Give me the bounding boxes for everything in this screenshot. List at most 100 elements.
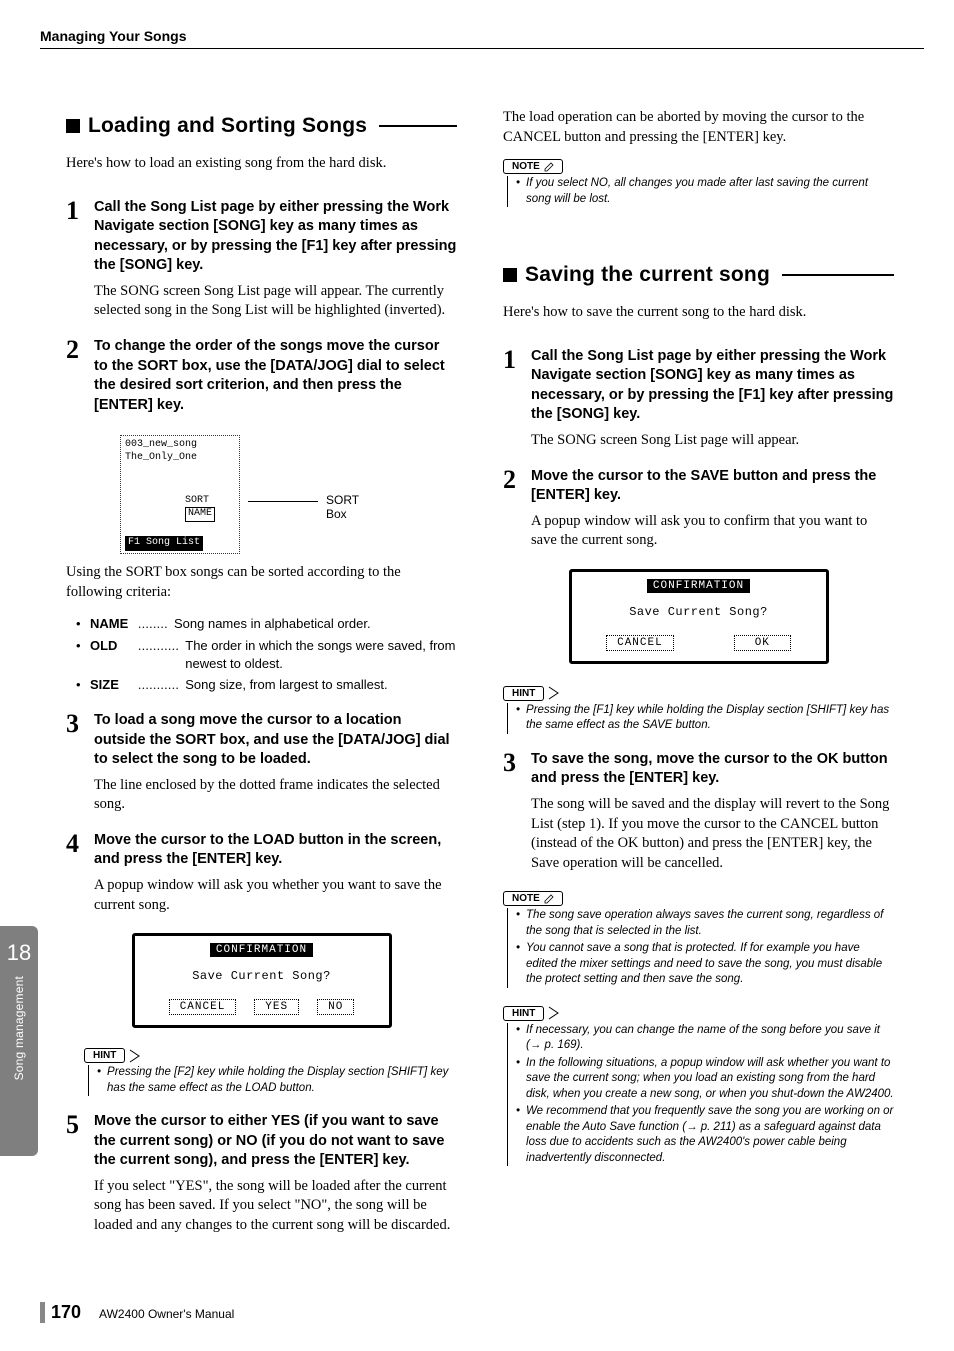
hint-tag: HINT: [503, 1006, 544, 1021]
criteria-row: • NAME ........ Song names in alphabetic…: [76, 615, 457, 633]
callout-tag-row: HINT: [503, 1006, 894, 1021]
callout-body: • The song save operation always saves t…: [507, 908, 894, 988]
step-3: 3 To load a song move the cursor to a lo…: [66, 711, 457, 815]
step-explanation: The SONG screen Song List page will appe…: [531, 431, 894, 451]
sort-box-label: SORT Box: [326, 493, 360, 521]
left-column: Loading and Sorting Songs Here's how to …: [66, 108, 457, 1281]
lcd-sort-row: SORT NAME: [125, 482, 235, 534]
step-explanation: The SONG screen Song List page will appe…: [94, 282, 457, 321]
intro-text: Here's how to load an existing song from…: [66, 154, 457, 174]
bullet-icon: •: [76, 637, 84, 655]
step-3: 3 To save the song, move the cursor to t…: [503, 750, 894, 873]
step-body: Move the cursor to the SAVE button and p…: [531, 467, 894, 551]
bullet-icon: •: [76, 676, 84, 694]
callout-item: • In the following situations, a popup w…: [516, 1056, 894, 1103]
criteria-dots: ...........: [138, 676, 179, 694]
dialog-title: CONFIRMATION: [647, 579, 750, 593]
dialog-message: Save Current Song?: [580, 605, 818, 619]
bullet-icon: •: [516, 1104, 520, 1166]
step-4: 4 Move the cursor to the LOAD button in …: [66, 831, 457, 915]
dialog-ok-button: OK: [734, 635, 791, 651]
step-1: 1 Call the Song List page by either pres…: [66, 198, 457, 321]
square-bullet-icon: [66, 119, 80, 133]
subheading-title: Saving the current song: [525, 263, 770, 287]
step-5: 5 Move the cursor to either YES (if you …: [66, 1112, 457, 1235]
callout-item: • If necessary, you can change the name …: [516, 1023, 894, 1054]
step-number: 1: [503, 347, 523, 451]
step-explanation: If you select "YES", the song will be lo…: [94, 1177, 457, 1236]
callout-text: If necessary, you can change the name of…: [526, 1023, 894, 1054]
step-instruction: Call the Song List page by either pressi…: [531, 347, 894, 425]
pencil-icon: [544, 894, 554, 904]
chevron-right-icon: [548, 1006, 562, 1020]
dialog-message: Save Current Song?: [143, 969, 381, 983]
step-1: 1 Call the Song List page by either pres…: [503, 347, 894, 451]
step-number: 4: [66, 831, 86, 915]
criteria-row: • OLD ........... The order in which the…: [76, 637, 457, 673]
criteria-row: • SIZE ........... Song size, from large…: [76, 676, 457, 694]
callout-text: You cannot save a song that is protected…: [526, 941, 894, 988]
step-instruction: To change the order of the songs move th…: [94, 337, 457, 415]
callout-tag-label: HINT: [512, 688, 535, 699]
page-number: 170: [40, 1302, 81, 1323]
subheading-rule: [379, 125, 457, 127]
sort-criteria-list: • NAME ........ Song names in alphabetic…: [76, 612, 457, 697]
step-number: 3: [503, 750, 523, 873]
step-explanation: A popup window will ask you to confirm t…: [531, 512, 894, 551]
step-number: 3: [66, 711, 86, 815]
criteria-name: OLD: [90, 637, 132, 655]
confirmation-dialog: CONFIRMATION Save Current Song? CANCEL Y…: [132, 933, 392, 1028]
callout-item: • Pressing the [F1] key while holding th…: [516, 703, 894, 734]
callout-tag-row: HINT: [84, 1048, 457, 1063]
dialog-button-row: CANCEL YES NO: [143, 999, 381, 1015]
bullet-icon: •: [516, 1023, 520, 1054]
callout-text: We recommend that you frequently save th…: [526, 1104, 894, 1166]
bullet-icon: •: [516, 703, 520, 734]
note-callout: NOTE • If you select NO, all changes you…: [503, 159, 894, 209]
criteria-description: Song size, from largest to smallest.: [185, 676, 387, 694]
step-instruction: Move the cursor to the LOAD button in th…: [94, 831, 457, 870]
callout-body: • If necessary, you can change the name …: [507, 1023, 894, 1167]
lcd-line: 003_new_song: [125, 439, 235, 452]
step-instruction: Call the Song List page by either pressi…: [94, 198, 457, 276]
hint-tag: HINT: [84, 1048, 125, 1063]
callout-tag-label: NOTE: [512, 893, 540, 904]
step-instruction: To save the song, move the cursor to the…: [531, 750, 894, 789]
page-footer: 170 AW2400 Owner's Manual: [40, 1302, 234, 1323]
hint-tag: HINT: [503, 686, 544, 701]
abort-text: The load operation can be aborted by mov…: [503, 108, 894, 147]
callout-tag-label: NOTE: [512, 161, 540, 172]
step-body: Call the Song List page by either pressi…: [531, 347, 894, 451]
subheading-title: Loading and Sorting Songs: [88, 114, 367, 138]
chapter-label: Song management: [12, 976, 26, 1080]
step-instruction: Move the cursor to either YES (if you wa…: [94, 1112, 457, 1171]
callout-tag-row: NOTE: [503, 159, 894, 174]
criteria-dots: ...........: [138, 637, 179, 655]
dialog-cancel-button: CANCEL: [606, 635, 674, 651]
dialog-button-row: CANCEL OK: [580, 635, 818, 651]
chapter-number: 18: [7, 940, 31, 966]
step-body: Move the cursor to the LOAD button in th…: [94, 831, 457, 915]
dialog-title: CONFIRMATION: [210, 943, 313, 957]
dialog-yes-button: YES: [254, 999, 299, 1015]
step-body: Call the Song List page by either pressi…: [94, 198, 457, 321]
subheading-loading: Loading and Sorting Songs: [66, 114, 457, 138]
chevron-right-icon: [548, 686, 562, 700]
callout-tag-row: NOTE: [503, 891, 894, 906]
sort-explanation: Using the SORT box songs can be sorted a…: [66, 563, 457, 602]
bullet-icon: •: [516, 1056, 520, 1103]
manual-name: AW2400 Owner's Manual: [99, 1307, 234, 1321]
page-header: Managing Your Songs: [40, 28, 924, 49]
step-explanation: The song will be saved and the display w…: [531, 795, 894, 873]
callout-text: Pressing the [F1] key while holding the …: [526, 703, 894, 734]
note-tag: NOTE: [503, 891, 563, 906]
callout-item: • We recommend that you frequently save …: [516, 1104, 894, 1166]
sort-lcd-screen: 003_new_song The_Only_One SORT NAME F1 S…: [120, 435, 240, 554]
bullet-icon: •: [97, 1065, 101, 1096]
criteria-dots: ........: [138, 615, 168, 633]
callout-text: The song save operation always saves the…: [526, 908, 894, 939]
bullet-icon: •: [516, 176, 520, 207]
criteria-name: SIZE: [90, 676, 132, 694]
step-instruction: To load a song move the cursor to a loca…: [94, 711, 457, 770]
hint-callout: HINT • Pressing the [F2] key while holdi…: [84, 1048, 457, 1098]
